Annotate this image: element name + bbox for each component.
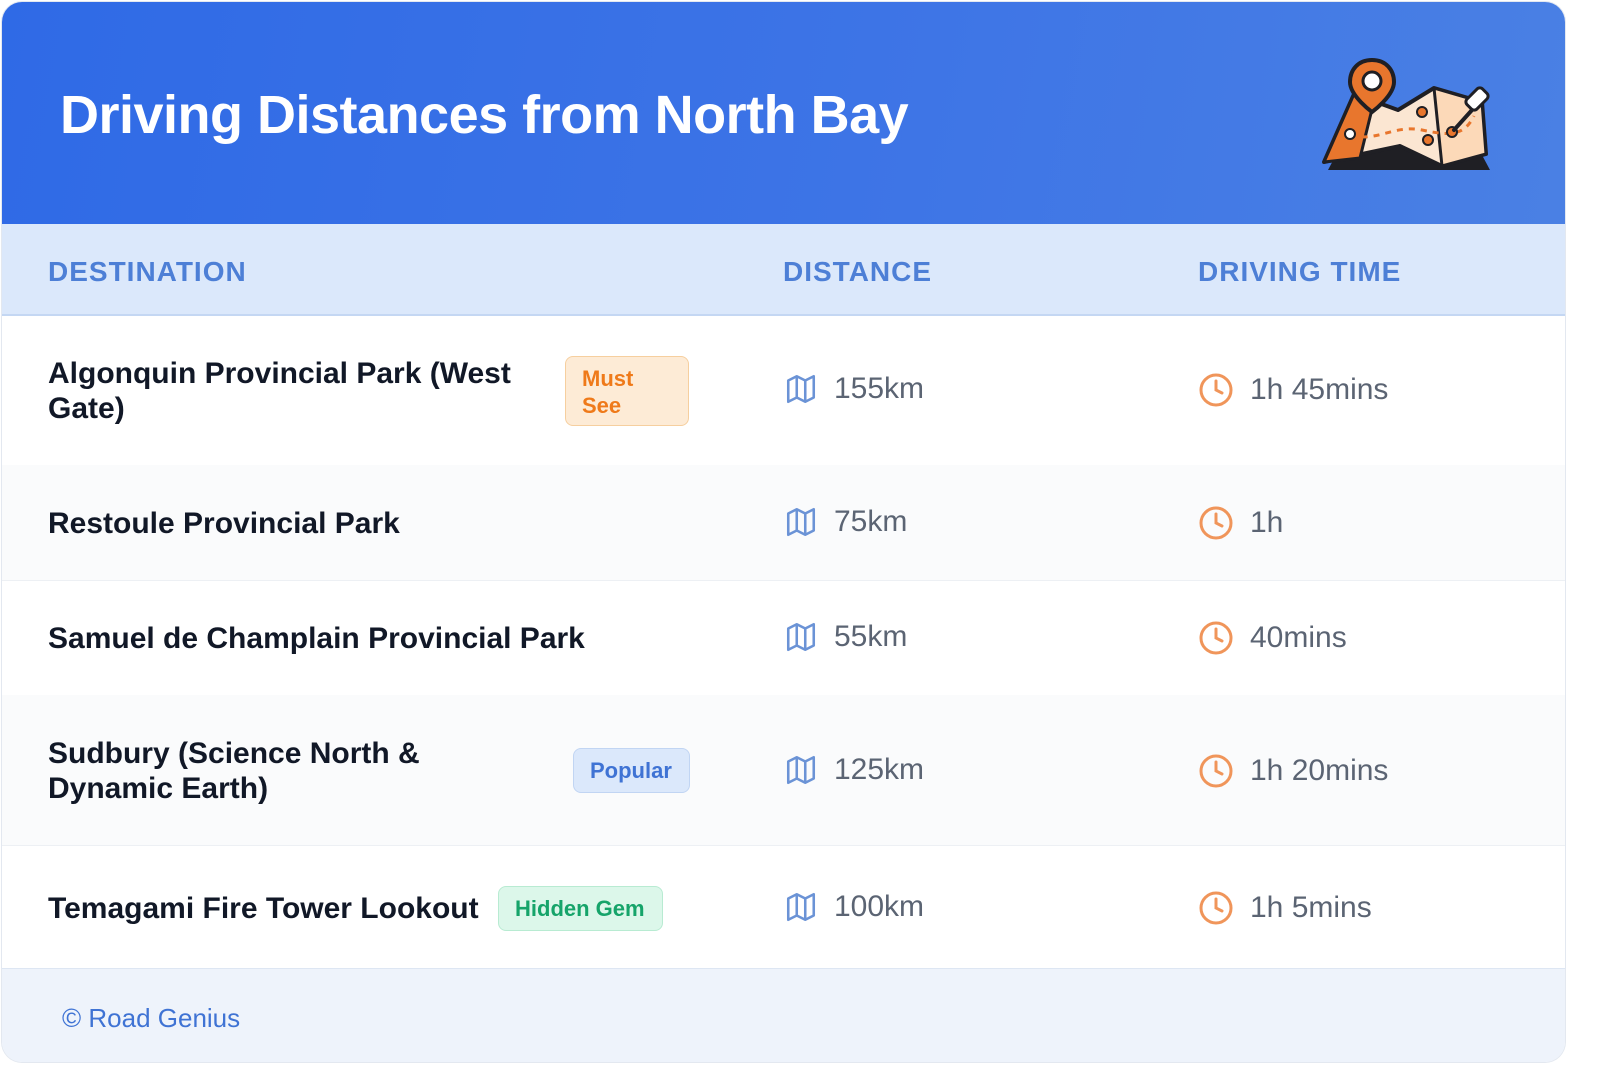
table-row: Restoule Provincial Park 75km 1h [2,465,1565,581]
copyright-credit: © Road Genius [62,1003,241,1033]
column-header-driving-time: DRIVING TIME [1198,256,1402,287]
time-value: 1h 5mins [1250,891,1372,924]
table-header: DESTINATION DISTANCE DRIVING TIME [2,224,1565,316]
table-row: Sudbury (Science North & Dynamic Earth) … [2,695,1565,846]
map-with-pins-icon [1322,57,1490,170]
map-icon [786,374,816,404]
distance-cell: 125km [784,753,924,787]
clock-icon [1199,891,1233,925]
time-cell: 1h 45mins [1198,372,1388,408]
time-value: 1h [1250,506,1284,539]
destination-name: Temagami Fire Tower Lookout [48,892,479,925]
distance-card: Driving Distances from North Bay DESTINA… [2,2,1565,1062]
distance-cell: 100km [784,890,924,924]
map-icon [786,622,816,652]
distance-value: 155km [834,372,925,405]
time-cell: 40mins [1198,620,1347,656]
destination-name: Restoule Provincial Park [48,507,400,540]
time-value: 1h 45mins [1250,373,1389,406]
time-cell: 1h 5mins [1198,890,1372,926]
column-header-destination: DESTINATION [48,256,247,287]
time-cell: 1h [1198,505,1283,541]
table-row: Samuel de Champlain Provincial Park 55km… [2,580,1565,696]
time-cell: 1h 20mins [1198,753,1388,789]
clock-icon [1199,754,1233,788]
distance-value: 100km [834,890,925,923]
map-icon [786,755,816,785]
map-icon [786,507,816,537]
clock-icon [1199,373,1233,407]
column-header-distance: DISTANCE [783,256,933,287]
clock-icon [1199,621,1233,655]
distance-cell: 75km [784,505,907,539]
destination-name: Sudbury (Science North & Dynamic Earth) [48,737,420,805]
hidden-gem-badge: Hidden Gem [498,886,663,931]
destination-name: Samuel de Champlain Provincial Park [48,622,585,655]
map-icon [786,892,816,922]
distance-cell: 55km [784,620,907,654]
distance-cell: 155km [784,372,924,406]
distance-value: 75km [834,505,908,538]
card-footer: © Road Genius [2,968,1565,1062]
destination-name: Algonquin Provincial Park (West Gate) [48,357,511,425]
must-see-badge: Must See [565,356,689,426]
distance-value: 125km [834,753,925,786]
time-value: 40mins [1250,621,1347,654]
table-row: Temagami Fire Tower Lookout Hidden Gem 1… [2,845,1565,968]
clock-icon [1199,506,1233,540]
distance-value: 55km [834,620,908,653]
card-header: Driving Distances from North Bay [2,2,1565,224]
page-title: Driving Distances from North Bay [60,85,909,145]
table-row: Algonquin Provincial Park (West Gate) Mu… [2,316,1565,466]
popular-badge: Popular [573,748,690,793]
time-value: 1h 20mins [1250,754,1389,787]
